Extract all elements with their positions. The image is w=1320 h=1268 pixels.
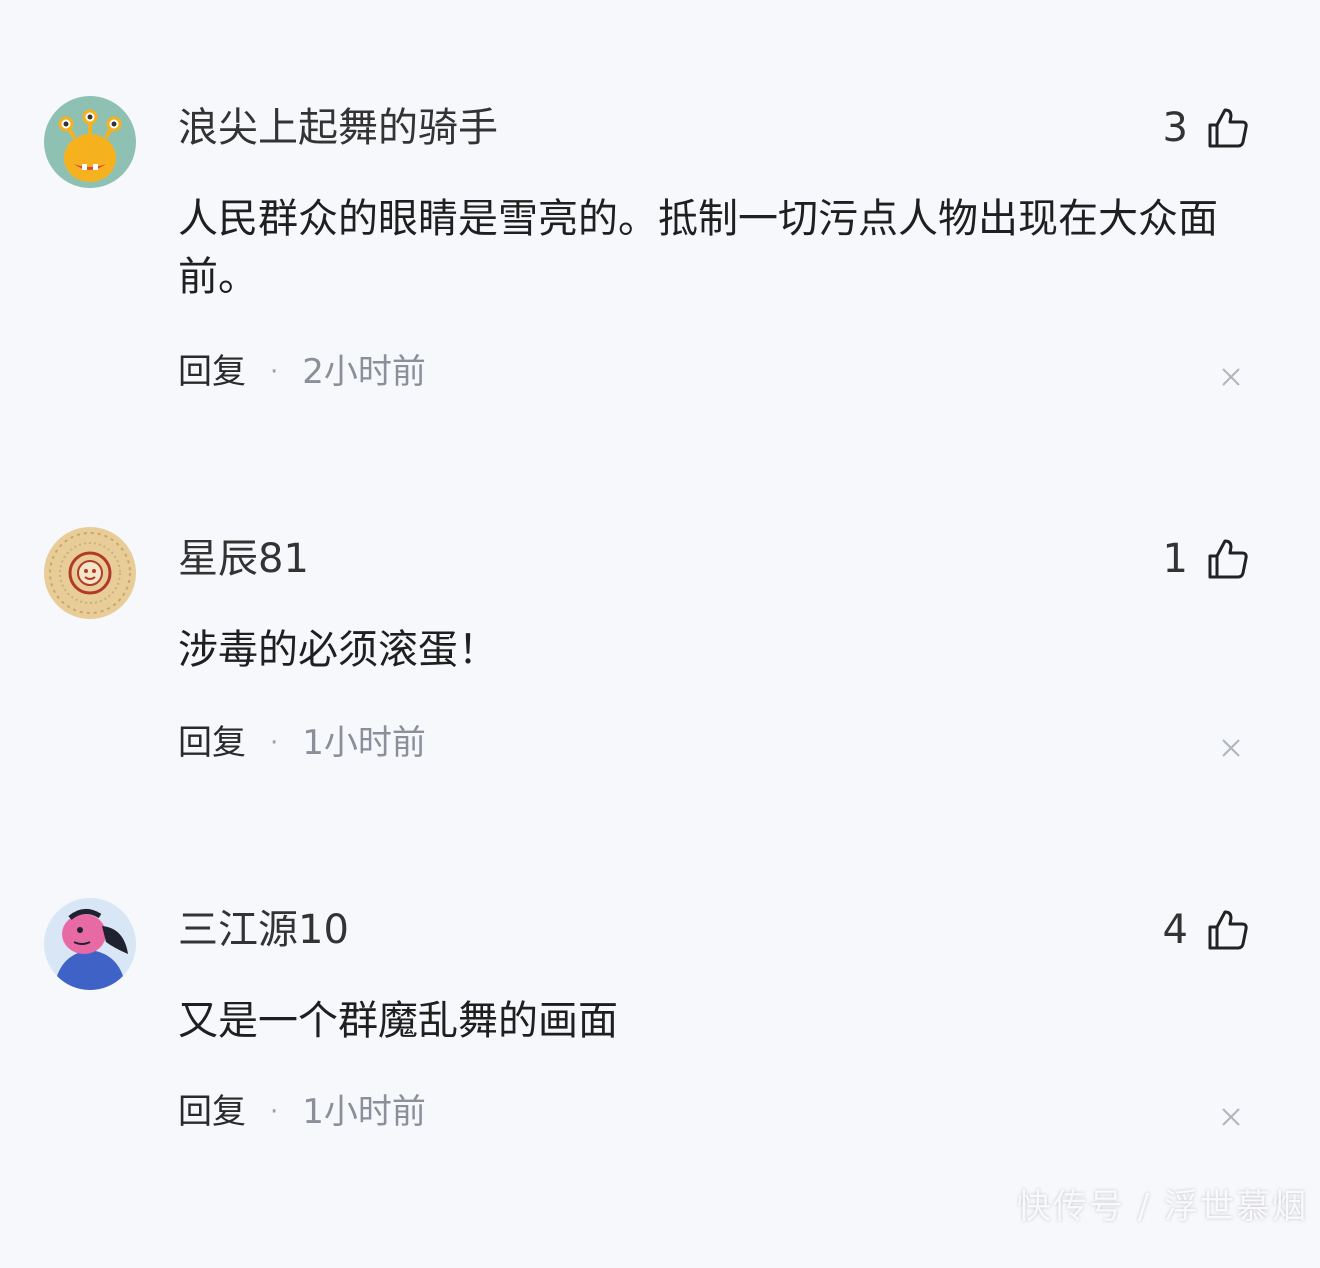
comment-text: 涉毒的必须滚蛋！ [178, 627, 498, 673]
close-icon[interactable] [1220, 1106, 1242, 1128]
username[interactable]: 三江源10 [178, 906, 349, 954]
like-button[interactable]: 1 [1163, 533, 1250, 585]
comment-text: 人民群众的眼睛是雪亮的。抵制一切污点人物出现在大众面前。 [178, 196, 1218, 300]
close-icon[interactable] [1220, 366, 1242, 388]
thumbs-up-icon [1208, 539, 1248, 579]
reply-button[interactable]: 回复 [178, 723, 246, 763]
monster-avatar-icon [44, 96, 136, 188]
timestamp: 2小时前 [302, 352, 426, 392]
like-count: 1 [1162, 536, 1188, 582]
thumbs-up-icon [1208, 910, 1248, 950]
avatar[interactable] [44, 96, 136, 188]
username[interactable]: 浪尖上起舞的骑手 [178, 104, 498, 152]
reply-button[interactable]: 回复 [178, 1092, 246, 1132]
like-button[interactable]: 4 [1163, 904, 1250, 956]
comment-item: 浪尖上起舞的骑手 3 人民群众的眼睛是雪亮的。抵制一切污点人物出现在大众面前。 … [0, 96, 1320, 466]
separator-dot: · [270, 357, 279, 387]
thumbs-up-icon [1208, 108, 1248, 148]
ornament-avatar-icon [44, 527, 136, 619]
comment-meta: 回复 · 2小时前 [178, 352, 426, 392]
timestamp: 1小时前 [302, 723, 426, 763]
like-button[interactable]: 3 [1163, 102, 1250, 154]
separator-dot: · [270, 728, 279, 758]
username[interactable]: 星辰81 [178, 535, 309, 583]
like-count: 3 [1162, 105, 1188, 151]
timestamp: 1小时前 [302, 1092, 426, 1132]
comment-item: 星辰81 1 涉毒的必须滚蛋！ 回复 · 1小时前 [0, 527, 1320, 897]
watermark: 快传号 / 浮世慕烟 [1016, 1187, 1308, 1227]
avatar[interactable] [44, 898, 136, 990]
cartoon-person-avatar-icon [44, 898, 136, 990]
comment-meta: 回复 · 1小时前 [178, 1092, 426, 1132]
comment-text: 又是一个群魔乱舞的画面 [178, 998, 618, 1044]
avatar[interactable] [44, 527, 136, 619]
close-icon[interactable] [1220, 737, 1242, 759]
like-count: 4 [1162, 907, 1188, 953]
reply-button[interactable]: 回复 [178, 352, 246, 392]
separator-dot: · [270, 1097, 279, 1127]
comment-meta: 回复 · 1小时前 [178, 723, 426, 763]
